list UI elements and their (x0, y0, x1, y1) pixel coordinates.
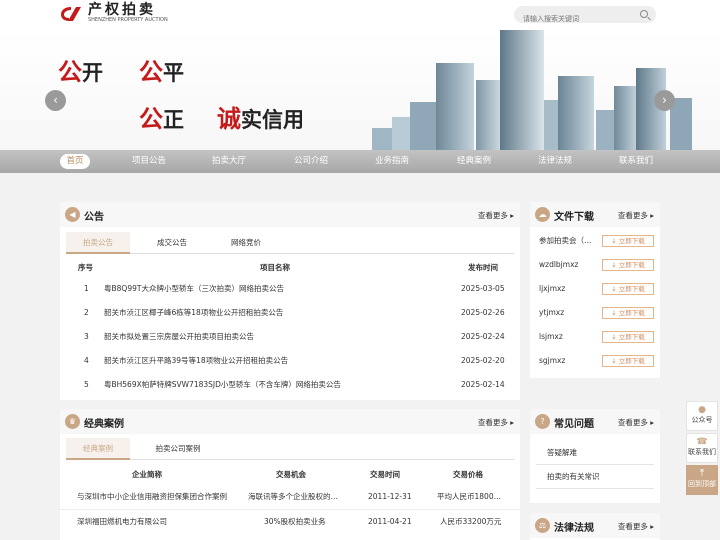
download-button[interactable]: ↓ 立即下载 (602, 331, 654, 343)
gavel-icon: ⚖ (535, 518, 550, 533)
slogan-4: 诚实信用 (217, 105, 304, 133)
download-title: 文件下载 (554, 212, 594, 223)
download-button[interactable]: ↓ 立即下载 (602, 235, 654, 247)
download-button[interactable]: ↓ 立即下载 (602, 259, 654, 271)
list-item[interactable]: 参加拍卖会（… ↓ 立即下载 (530, 229, 660, 253)
wechat-button[interactable]: ● 公众号 (686, 401, 718, 431)
slogan-1: 公开 (58, 58, 103, 86)
nav-auction-hall[interactable]: 拍卖大厅 (199, 154, 259, 169)
table-row[interactable]: 深圳福田燃机电力有限公司 30%股权拍卖业务 2011-04-21 人民币332… (60, 509, 520, 533)
table-row[interactable]: 3 韶关市拟处置三宗房屋公开拍卖项目拍卖公告 2025-02-24 (60, 325, 520, 349)
cloud-download-icon: ☁ (535, 207, 550, 222)
nav-home[interactable]: 首页 (60, 154, 90, 169)
search-input[interactable] (514, 10, 632, 28)
table-row[interactable]: 1 粤B8Q99T大众牌小型轿车（三次拍卖）网络拍卖公告 2025-03-05 (60, 277, 520, 301)
cases-title: 经典案例 (84, 419, 124, 430)
logo-cn: 产权拍卖 (88, 2, 156, 18)
download-more-link[interactable]: 查看更多 ▸ (618, 210, 654, 221)
download-panel: ☁ 文件下载 查看更多 ▸ 参加拍卖会（… ↓ 立即下载 wzdlbjmxz ↓ 立… (530, 202, 660, 378)
law-title: 法律法规 (554, 523, 594, 534)
trophy-icon: ♛ (65, 414, 80, 429)
list-item[interactable]: 答疑解难 (536, 441, 654, 465)
main-nav: 首页 项目公告 拍卖大厅 公司介绍 业务指南 经典案例 法律法规 联系我们 (0, 150, 720, 173)
download-button[interactable]: ↓ 立即下载 (602, 283, 654, 295)
tab-online-bidding[interactable]: 网络竞价 (218, 232, 274, 254)
notice-title: 公告 (84, 212, 104, 223)
wechat-icon: ● (698, 405, 706, 415)
download-button[interactable]: ↓ 立即下载 (602, 355, 654, 367)
list-item[interactable]: lsjmxz ↓ 立即下载 (530, 325, 660, 349)
table-row[interactable]: 5 粤BH569X帕萨特牌SVW7183SJD小型轿车（不含车牌）网络拍卖公告 … (60, 373, 520, 397)
nav-cases[interactable]: 经典案例 (444, 154, 504, 169)
list-item[interactable]: sgjmxz ↓ 立即下载 (530, 349, 660, 373)
cases-table-header: 企业简称 交易机会 交易时间 交易价格 (132, 470, 483, 479)
faq-more-link[interactable]: 查看更多 ▸ (618, 417, 654, 428)
list-item[interactable]: ljxjmxz ↓ 立即下载 (530, 277, 660, 301)
slogan-2: 公平 (139, 58, 184, 86)
search-box (514, 6, 656, 28)
back-to-top-button[interactable]: ⤒ 回到顶部 (686, 465, 718, 495)
banner-next-button[interactable]: › (654, 90, 675, 111)
list-item[interactable]: ytjmxz ↓ 立即下载 (530, 301, 660, 325)
law-more-link[interactable]: 查看更多 ▸ (618, 521, 654, 532)
notice-more-link[interactable]: 查看更多 ▸ (478, 210, 514, 221)
header: 产权拍卖 SHENZHEN PROPERTY AUCTION (0, 0, 720, 30)
logo[interactable]: 产权拍卖 SHENZHEN PROPERTY AUCTION (60, 3, 168, 24)
question-icon: ? (535, 414, 550, 429)
nav-project-notice[interactable]: 项目公告 (119, 154, 179, 169)
tab-deal-notice[interactable]: 成交公告 (144, 232, 200, 254)
search-icon[interactable] (640, 10, 648, 18)
arrow-up-icon: ⤒ (699, 468, 705, 479)
slogan-3: 公正 (139, 105, 184, 133)
notice-panel: ◀ 公告 查看更多 ▸ 拍卖公告 成交公告 网络竞价 序号 项目名称 发布时间 … (60, 202, 520, 400)
nav-company[interactable]: 公司介绍 (281, 154, 341, 169)
banner: 公开 公平 公正 诚实信用 ‹ › (0, 30, 720, 150)
table-row[interactable]: 与深圳市中小企业信用融资担保集团合作案例 海联讯等多个企业股权的… 2011-1… (60, 485, 520, 509)
faq-title: 常见问题 (554, 419, 594, 430)
logo-mark-icon (61, 6, 81, 21)
list-item[interactable]: wzdlbjmxz ↓ 立即下载 (530, 253, 660, 277)
tab-company-cases[interactable]: 拍卖公司案例 (144, 438, 212, 460)
megaphone-icon: ◀ (65, 207, 80, 222)
tab-auction-notice[interactable]: 拍卖公告 (66, 232, 130, 254)
nav-contact[interactable]: 联系我们 (606, 154, 666, 169)
logo-en: SHENZHEN PROPERTY AUCTION (88, 17, 168, 23)
table-row[interactable]: 2 韶关市浈江区椰子峰6栋等18项物业公开招租拍卖公告 2025-02-26 (60, 301, 520, 325)
cases-more-link[interactable]: 查看更多 ▸ (478, 417, 514, 428)
phone-icon: ☎ (696, 437, 708, 447)
law-panel: ⚖ 法律法规 查看更多 ▸ (530, 513, 660, 540)
contact-button[interactable]: ☎ 联系我们 (686, 433, 718, 463)
tab-classic-cases[interactable]: 经典案例 (66, 438, 130, 460)
nav-laws[interactable]: 法律法规 (525, 154, 585, 169)
download-button[interactable]: ↓ 立即下载 (602, 307, 654, 319)
banner-prev-button[interactable]: ‹ (45, 90, 66, 111)
cases-panel: ♛ 经典案例 查看更多 ▸ 经典案例 拍卖公司案例 企业简称 交易机会 交易时间… (60, 409, 520, 540)
nav-business-guide[interactable]: 业务指南 (362, 154, 422, 169)
table-row[interactable]: 4 韶关市浈江区升平路39号等18项物业公开招租拍卖公告 2025-02-20 (60, 349, 520, 373)
list-item[interactable]: 拍卖的有关常识 (536, 465, 654, 489)
faq-panel: ? 常见问题 查看更多 ▸ 答疑解难 拍卖的有关常识 (530, 409, 660, 503)
